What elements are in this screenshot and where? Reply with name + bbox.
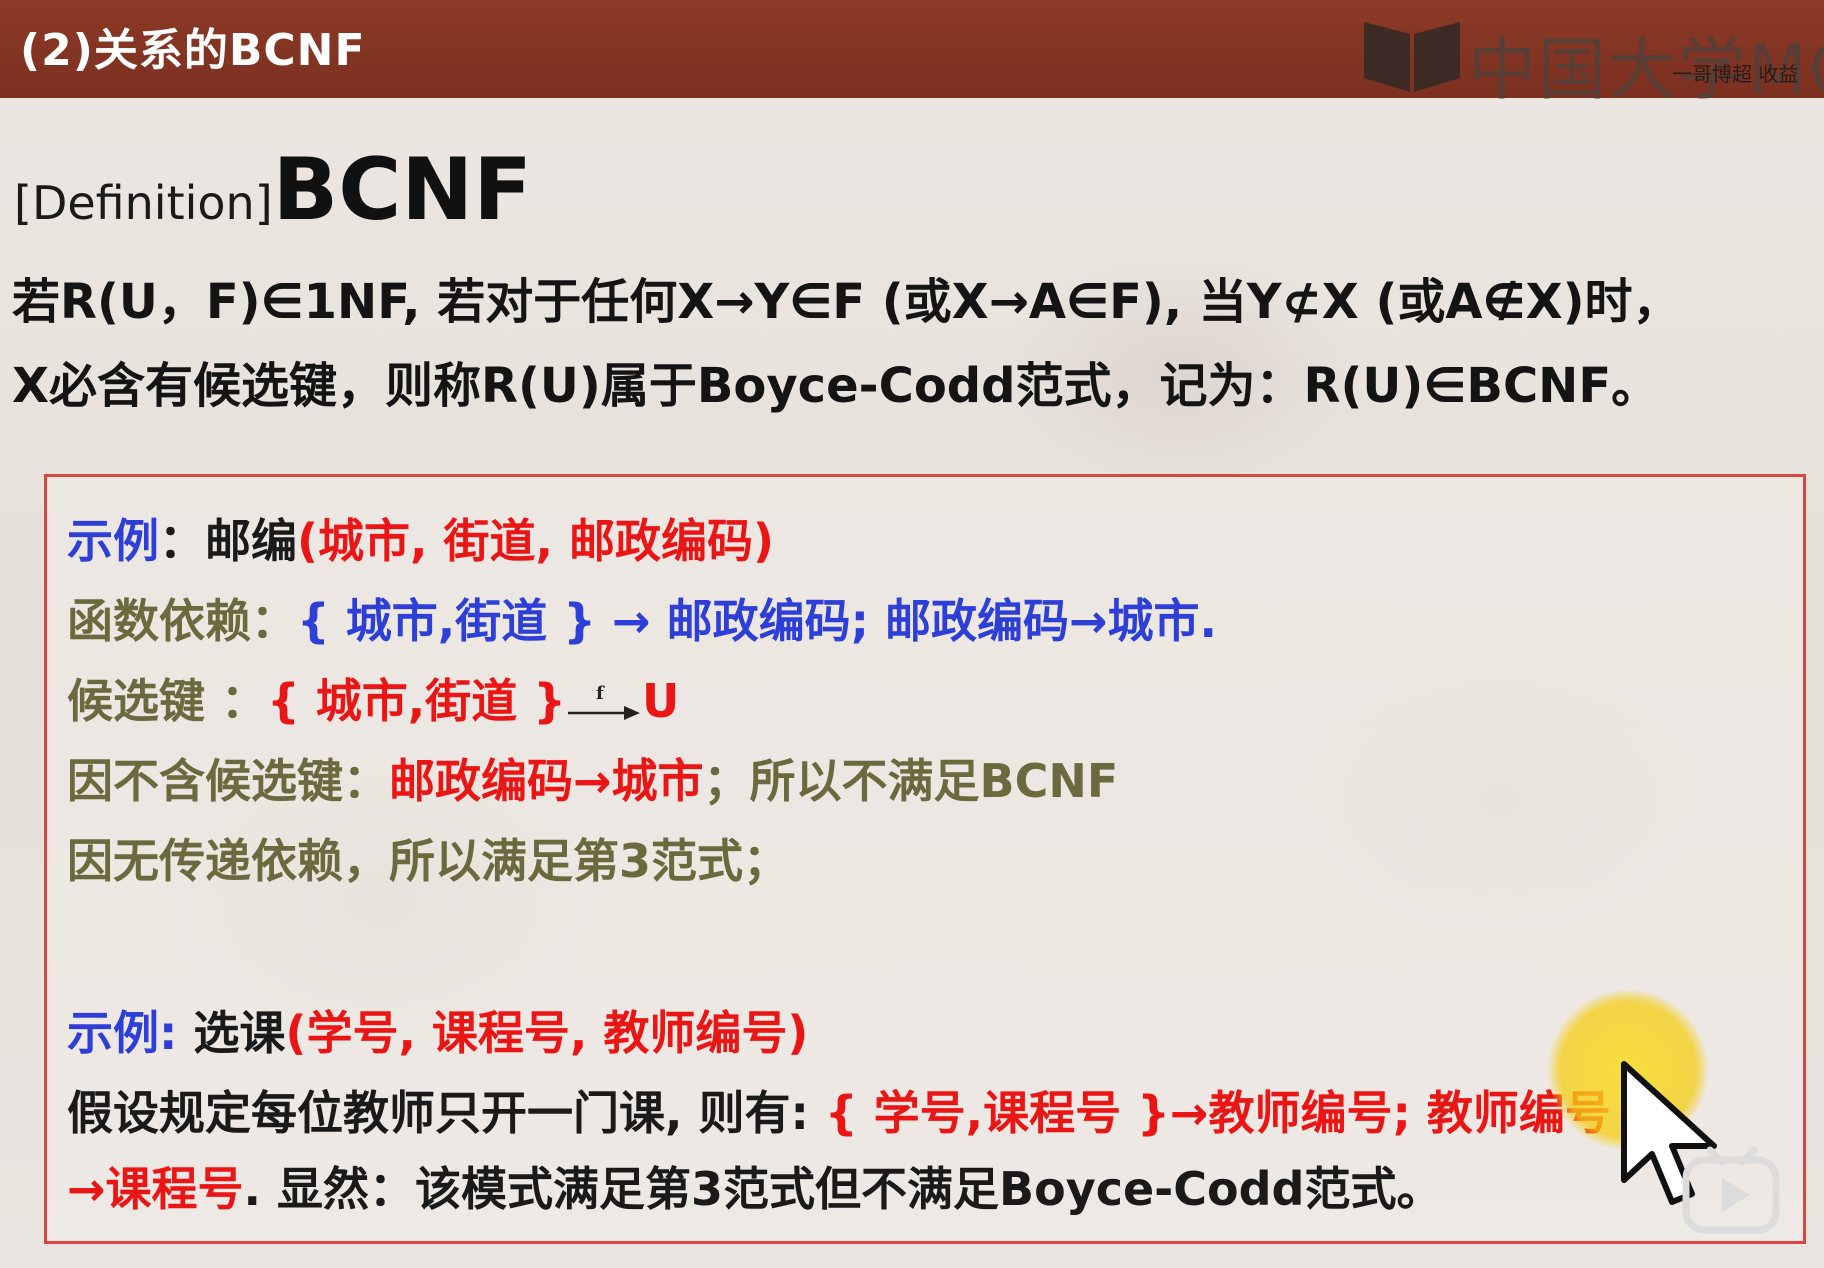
slide-title: (2)关系的BCNF bbox=[20, 25, 366, 76]
arrow-label: f bbox=[596, 685, 605, 704]
example1-reason1-line: 因不含候选键：邮政编码→城市；所以不满足BCNF bbox=[67, 745, 1118, 811]
reason1-prefix: 因不含候选键： bbox=[67, 754, 389, 808]
example2-relation-name: 选课 bbox=[177, 1006, 286, 1060]
video-play-icon[interactable] bbox=[1680, 1146, 1784, 1236]
definition-prefix: [Definition] bbox=[14, 176, 273, 230]
example1-relation-name: 邮编 bbox=[205, 514, 297, 568]
example2-label: 示例: bbox=[67, 1006, 178, 1060]
reason1-suffix: ；所以不满足BCNF bbox=[703, 754, 1119, 808]
key-label: 候选键 ： bbox=[67, 674, 268, 728]
assume-fd: { 学号,课程号 }→教师编号; 教师编号 bbox=[808, 1086, 1611, 1140]
definition-heading: [Definition]BCNF bbox=[14, 140, 532, 240]
key-target: U bbox=[642, 674, 680, 728]
definition-term: BCNF bbox=[272, 140, 533, 240]
example2-conclusion-line: →课程号. 显然：该模式满足第3范式但不满足Boyce-Codd范式。 bbox=[67, 1153, 1442, 1219]
definition-line-1: 若R(U，F)∈1NF, 若对于任何X→Y∈F (或X→A∈F), 当Y⊄X (… bbox=[12, 274, 1681, 330]
reason1-fd: 邮政编码→城市 bbox=[389, 754, 704, 808]
example1-reason2-line: 因无传递依赖，所以满足第3范式； bbox=[67, 834, 790, 888]
example2-relation-attrs: (学号, 课程号, 教师编号) bbox=[285, 1006, 809, 1060]
example2-assume-line: 假设规定每位教师只开一门课, 则有: { 学号,课程号 }→教师编号; 教师编号 bbox=[67, 1077, 1611, 1143]
definition-line-2: X必含有候选键，则称R(U)属于Boyce-Codd范式，记为：R(U)∈BCN… bbox=[12, 358, 1660, 414]
example1-colon: ： bbox=[159, 514, 205, 568]
conclusion-fd: →课程号 bbox=[67, 1162, 244, 1216]
fd-label: 函数依赖： bbox=[67, 594, 297, 648]
example1-title: 示例：邮编(城市, 街道, 邮政编码) bbox=[67, 505, 774, 571]
example1-relation-attrs: (城市, 街道, 邮政编码) bbox=[297, 514, 775, 568]
logo-overlay-text: 一哥博超 收益 bbox=[1672, 62, 1799, 86]
example1-fd-line: 函数依赖：{ 城市,街道 } → 邮政编码; 邮政编码→城市. bbox=[67, 585, 1217, 651]
conclusion-text: . 显然：该模式满足第3范式但不满足Boyce-Codd范式。 bbox=[243, 1162, 1443, 1216]
fd-value: { 城市,街道 } → 邮政编码; 邮政编码→城市. bbox=[297, 594, 1217, 648]
example1-label: 示例 bbox=[67, 514, 159, 568]
example-box: 示例：邮编(城市, 街道, 邮政编码) 函数依赖：{ 城市,街道 } → 邮政编… bbox=[44, 474, 1806, 1244]
slide-header-bar: (2)关系的BCNF 中国大学MO 一哥博超 收益 bbox=[0, 0, 1824, 110]
example1-key-line: 候选键 ：{ 城市,街道 } f U bbox=[67, 665, 679, 731]
example2-title: 示例: 选课(学号, 课程号, 教师编号) bbox=[67, 997, 808, 1063]
key-value: { 城市,街道 } bbox=[267, 674, 567, 728]
full-dependency-arrow: f bbox=[566, 685, 642, 725]
assume-prefix: 假设规定每位教师只开一门课, 则有: bbox=[67, 1086, 809, 1140]
mooc-logo: 中国大学MO 一哥博超 收益 bbox=[1362, 8, 1824, 110]
mooc-logo-icon bbox=[1364, 22, 1460, 92]
